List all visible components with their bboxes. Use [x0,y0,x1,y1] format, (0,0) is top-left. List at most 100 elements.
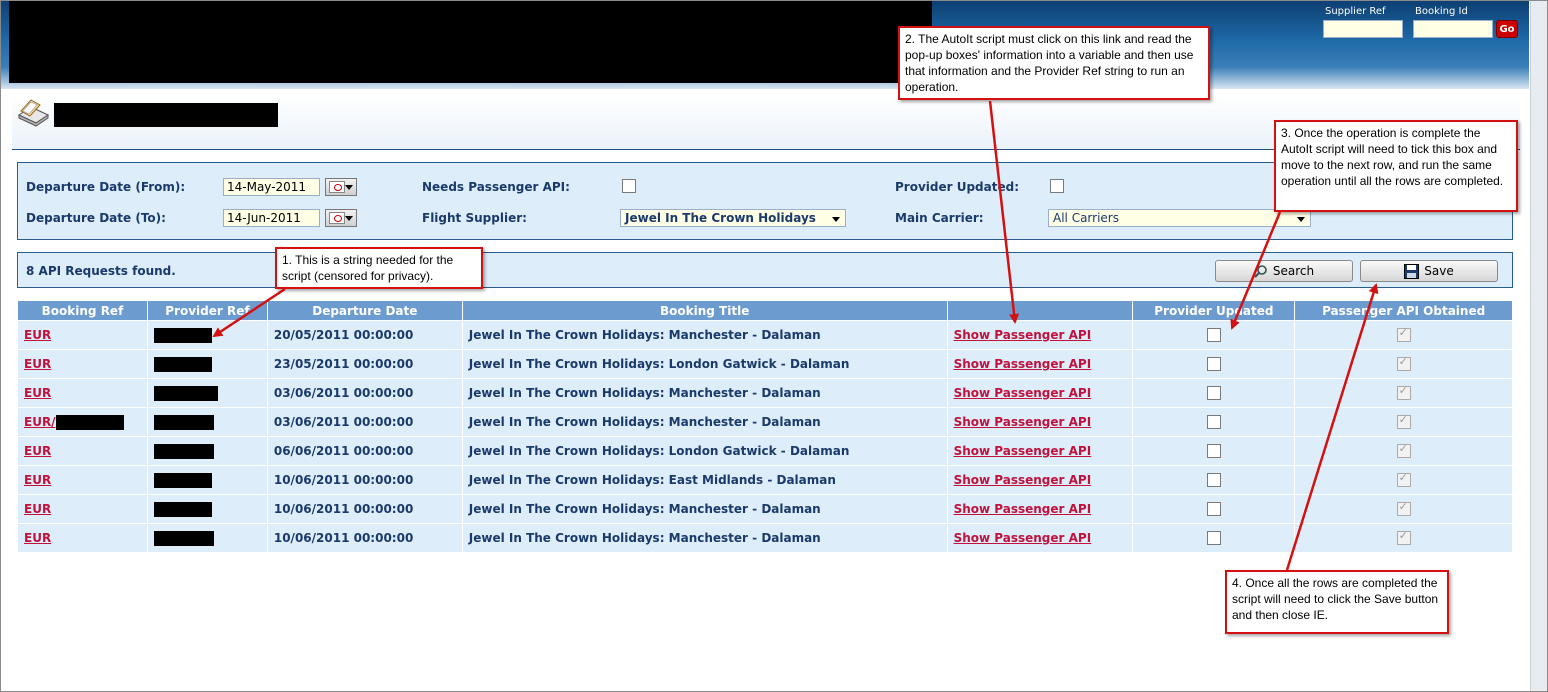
redacted-page-title [54,103,278,127]
departure-date: 23/05/2011 00:00:00 [266,349,463,379]
booking-ref-link[interactable]: EUR [24,531,51,545]
calendar-icon[interactable] [325,178,357,196]
provider-updated-row-checkbox[interactable] [1206,473,1221,488]
search-button-label: Search [1272,264,1315,278]
show-passenger-api-link[interactable]: Show Passenger API [954,473,1092,487]
provider-updated-row-checkbox[interactable] [1206,357,1221,372]
booking-title: Jewel In The Crown Holidays: Manchester … [461,494,948,524]
provider-updated-row-checkbox[interactable] [1206,531,1221,546]
column-header-provider-ref[interactable]: Provider Ref [146,300,268,321]
departure-date: 10/06/2011 00:00:00 [266,494,463,524]
flight-supplier-select[interactable]: Jewel In The Crown Holidays [620,209,846,227]
provider-updated-row-checkbox[interactable] [1206,444,1221,459]
redacted-provider-ref [153,414,214,430]
booking-title: Jewel In The Crown Holidays: Manchester … [461,407,948,437]
table-row: EUR 10/06/2011 00:00:00 Jewel In The Cro… [17,465,1513,495]
column-header-provider-updated[interactable]: Provider Updated [1132,300,1296,321]
booking-ref-link[interactable]: EUR [24,473,51,487]
chevron-down-icon [1297,217,1305,222]
annotation-callout-1: 1. This is a string needed for the scrip… [275,247,483,289]
api-requests-table: Booking Ref Provider Ref Departure Date … [17,300,1513,553]
booking-ref-link[interactable]: EUR [24,502,51,516]
show-passenger-api-link[interactable]: Show Passenger API [954,386,1092,400]
calendar-icon[interactable] [325,209,357,227]
vertical-scrollbar[interactable] [1530,0,1548,692]
passenger-api-obtained-checkbox [1396,326,1411,343]
departure-date: 03/06/2011 00:00:00 [266,407,463,437]
main-carrier-label: Main Carrier: [895,211,984,225]
booking-title: Jewel In The Crown Holidays: London Gatw… [461,436,948,466]
show-passenger-api-link[interactable]: Show Passenger API [954,357,1092,371]
redacted-provider-ref [153,443,214,459]
booking-ref-link[interactable]: EUR [24,444,51,458]
table-row: EUR 10/06/2011 00:00:00 Jewel In The Cro… [17,494,1513,524]
save-icon [1404,263,1420,279]
redacted-logo-area [9,1,932,83]
table-row: EUR 23/05/2011 00:00:00 Jewel In The Cro… [17,349,1513,379]
departure-date: 06/06/2011 00:00:00 [266,436,463,466]
main-carrier-select[interactable]: All Carriers [1048,209,1311,227]
departure-from-input[interactable]: 14-May-2011 [223,178,320,196]
go-button[interactable]: Go [1496,20,1518,38]
table-row: EUR 20/05/2011 00:00:00 Jewel In The Cro… [17,320,1513,350]
table-row: EUR/ 03/06/2011 00:00:00 Jewel In The Cr… [17,407,1513,437]
provider-updated-label: Provider Updated: [895,180,1020,194]
supplier-ref-input[interactable] [1323,20,1403,38]
booking-title: Jewel In The Crown Holidays: Manchester … [461,320,948,350]
booking-title: Jewel In The Crown Holidays: East Midlan… [461,465,948,495]
main-carrier-value: All Carriers [1053,211,1119,225]
redacted-provider-ref [153,356,212,372]
annotation-callout-3: 3. Once the operation is complete the Au… [1274,120,1518,212]
scanner-icon [17,99,50,127]
passenger-api-obtained-checkbox [1396,471,1411,488]
redacted-booking-ref [55,414,124,430]
booking-title: Jewel In The Crown Holidays: London Gatw… [461,349,948,379]
booking-ref-link[interactable]: EUR [24,328,51,342]
booking-ref-link[interactable]: EUR [24,386,51,400]
departure-date: 03/06/2011 00:00:00 [266,378,463,408]
redacted-provider-ref [153,385,218,401]
save-button[interactable]: Save [1360,260,1498,282]
provider-updated-row-checkbox[interactable] [1206,386,1221,401]
booking-id-input[interactable] [1413,20,1493,38]
supplier-ref-label: Supplier Ref [1325,6,1386,17]
needs-passenger-api-checkbox[interactable] [622,179,636,193]
search-button[interactable]: Search [1215,260,1353,282]
booking-ref-link[interactable]: EUR [24,357,51,371]
passenger-api-obtained-checkbox [1396,384,1411,401]
annotation-callout-2: 2. The AutoIt script must click on this … [898,26,1210,100]
show-passenger-api-link[interactable]: Show Passenger API [954,531,1092,545]
passenger-api-obtained-checkbox [1396,500,1411,517]
booking-title: Jewel In The Crown Holidays: Manchester … [461,378,948,408]
booking-ref-link[interactable]: EUR/ [24,415,56,429]
supplier-ref-group: Supplier Ref [1323,6,1403,38]
departure-to-input[interactable]: 14-Jun-2011 [223,209,320,227]
column-header-departure-date[interactable]: Departure Date [266,300,463,321]
redacted-provider-ref [153,327,212,343]
column-header-blank [946,300,1134,321]
passenger-api-obtained-checkbox [1396,529,1411,546]
booking-id-group: Booking Id [1413,6,1493,38]
departure-date: 20/05/2011 00:00:00 [266,320,463,350]
save-button-label: Save [1424,264,1454,278]
column-header-booking-ref[interactable]: Booking Ref [17,300,148,321]
passenger-api-obtained-checkbox [1396,413,1411,430]
column-header-booking-title[interactable]: Booking Title [461,300,948,321]
departure-from-label: Departure Date (From): [26,180,186,194]
annotation-callout-4: 4. Once all the rows are completed the s… [1225,570,1449,634]
show-passenger-api-link[interactable]: Show Passenger API [954,502,1092,516]
provider-updated-row-checkbox[interactable] [1206,415,1221,430]
provider-updated-checkbox[interactable] [1050,179,1064,193]
show-passenger-api-link[interactable]: Show Passenger API [954,444,1092,458]
show-passenger-api-link[interactable]: Show Passenger API [954,328,1092,342]
flight-supplier-value: Jewel In The Crown Holidays [625,211,816,225]
needs-passenger-api-label: Needs Passenger API: [422,180,570,194]
provider-updated-row-checkbox[interactable] [1206,328,1221,343]
departure-date: 10/06/2011 00:00:00 [266,465,463,495]
show-passenger-api-link[interactable]: Show Passenger API [954,415,1092,429]
departure-date: 10/06/2011 00:00:00 [266,523,463,553]
provider-updated-row-checkbox[interactable] [1206,502,1221,517]
column-header-passenger-api-obtained[interactable]: Passenger API Obtained [1294,300,1513,321]
redacted-provider-ref [153,530,214,546]
table-row: EUR 06/06/2011 00:00:00 Jewel In The Cro… [17,436,1513,466]
